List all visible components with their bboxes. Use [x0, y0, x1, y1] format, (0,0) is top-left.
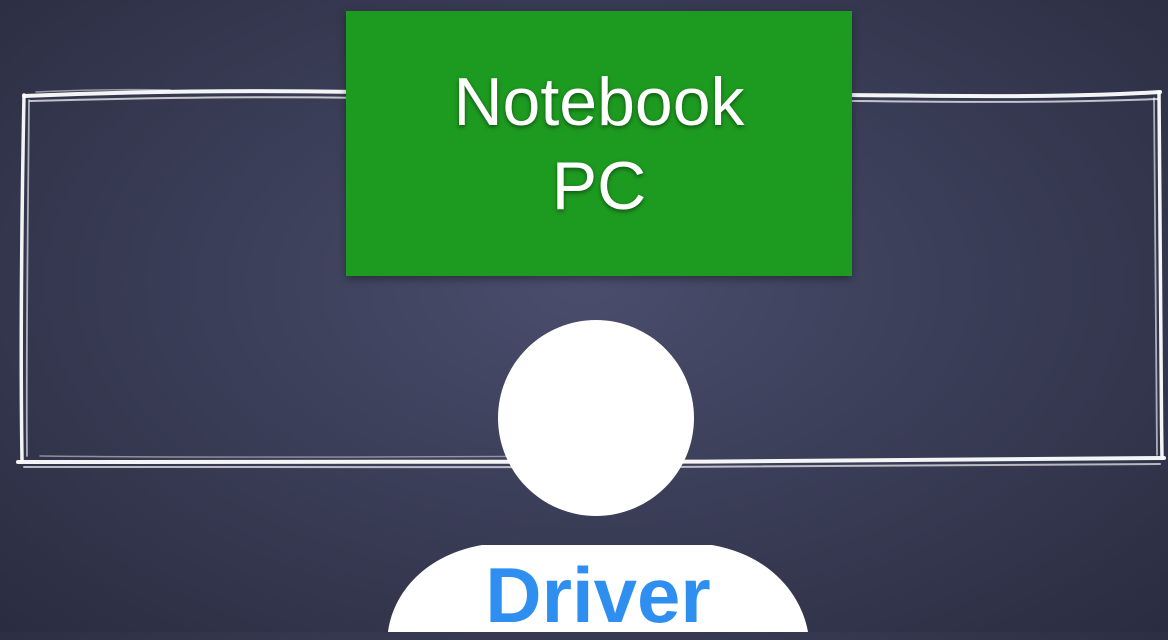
notebook-pc-label: Notebook PC: [453, 63, 745, 224]
notebook-pc-box: Notebook PC: [346, 11, 852, 276]
slide-canvas: Notebook PC Driver: [0, 0, 1168, 639]
driver-label: Driver: [485, 551, 711, 639]
person-head: [498, 320, 694, 516]
